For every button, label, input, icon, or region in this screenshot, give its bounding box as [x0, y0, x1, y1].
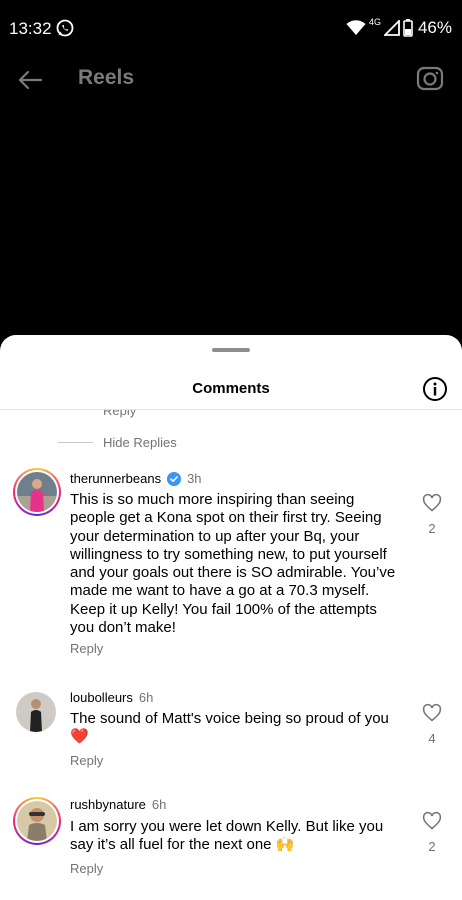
- avatar[interactable]: [16, 692, 56, 732]
- comment-time: 6h: [151, 797, 167, 812]
- replies-line: [58, 442, 93, 443]
- reply-button[interactable]: Reply: [70, 753, 103, 768]
- reply-button[interactable]: Reply: [70, 861, 103, 876]
- raised-hands-emoji: 🙌: [275, 836, 295, 854]
- battery-percent: 46%: [417, 18, 452, 37]
- comment-username[interactable]: rushbynature: [70, 797, 146, 812]
- like-button[interactable]: 2: [420, 811, 444, 854]
- heart-emoji: ❤️: [70, 728, 89, 746]
- like-count: 2: [428, 521, 436, 536]
- avatar-photo: [16, 692, 56, 732]
- comment-text: This is so much more inspiring than seei…: [70, 491, 396, 637]
- back-arrow-icon[interactable]: [16, 66, 44, 94]
- page-title: Reels: [78, 66, 135, 89]
- comment-username[interactable]: therunnerbeans: [70, 471, 161, 486]
- heart-icon: [422, 493, 442, 512]
- avatar[interactable]: [13, 797, 61, 845]
- comment-text-content: The sound of Matt's voice being so proud…: [70, 710, 389, 727]
- comment-text: I am sorry you were let down Kelly. But …: [70, 818, 400, 855]
- like-button[interactable]: 4: [420, 703, 444, 746]
- camera-icon[interactable]: [416, 64, 444, 92]
- reels-header: Reels: [0, 56, 462, 104]
- reply-button[interactable]: Reply: [103, 410, 136, 418]
- drag-handle[interactable]: [212, 348, 250, 352]
- status-time: 13:32: [9, 19, 52, 38]
- comment-text-content: I am sorry you were let down Kelly. But …: [70, 818, 384, 854]
- comments-sheet: Comments Reply Hide Replies therunnerbea…: [0, 335, 462, 900]
- signal-icon: [383, 20, 400, 36]
- status-bar: 13:32 4G 46%: [0, 0, 462, 56]
- whatsapp-icon: [56, 19, 74, 37]
- sheet-title: Comments: [192, 380, 270, 397]
- network-type: 4G: [368, 17, 381, 27]
- comment-time: 6h: [138, 690, 154, 705]
- like-count: 4: [428, 731, 436, 746]
- heart-icon: [422, 703, 442, 722]
- like-count: 2: [428, 839, 436, 854]
- verified-badge-icon: [167, 471, 182, 486]
- wifi-icon: [346, 20, 366, 35]
- info-icon[interactable]: [422, 376, 448, 402]
- battery-icon: [403, 19, 413, 37]
- comment-username[interactable]: loubolleurs: [70, 690, 133, 705]
- avatar-photo: [17, 801, 57, 841]
- reply-button[interactable]: Reply: [70, 641, 103, 656]
- comment-time: 3h: [187, 471, 202, 486]
- comment-text: The sound of Matt's voice being so proud…: [70, 710, 400, 747]
- hide-replies-button[interactable]: Hide Replies: [103, 435, 177, 450]
- avatar[interactable]: [13, 468, 61, 516]
- avatar-photo: [17, 472, 57, 512]
- like-button[interactable]: 2: [420, 493, 444, 536]
- heart-icon: [422, 811, 442, 830]
- status-icons: 4G 46%: [346, 17, 452, 39]
